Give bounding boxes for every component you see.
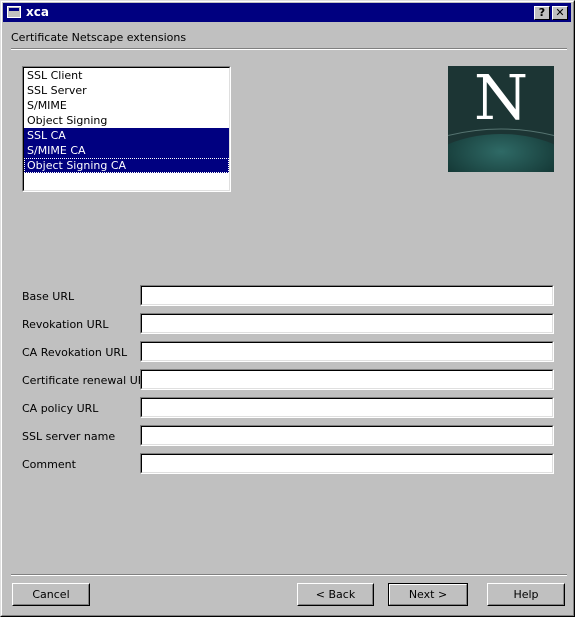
window-title: xca bbox=[26, 5, 49, 19]
cancel-button[interactable]: Cancel bbox=[12, 583, 90, 606]
ca-policy-url-input[interactable] bbox=[143, 400, 553, 415]
close-icon[interactable]: ✕ bbox=[552, 6, 568, 20]
ssl-server-name-label: SSL server name bbox=[22, 430, 116, 443]
ssl-server-name-input[interactable] bbox=[143, 428, 553, 443]
svg-text:N: N bbox=[474, 66, 528, 134]
wizard-window: xca ? ✕ Certificate Netscape extensions … bbox=[0, 0, 575, 617]
base-url-field[interactable] bbox=[140, 285, 554, 306]
footer-separator bbox=[11, 574, 567, 576]
list-item-ssl-client[interactable]: SSL Client bbox=[24, 68, 229, 83]
window-icon[interactable] bbox=[7, 6, 21, 18]
page-title: Certificate Netscape extensions bbox=[11, 31, 187, 44]
certificate-renewal-url-label: Certificate renewal URL bbox=[22, 374, 152, 387]
revokation-url-input[interactable] bbox=[143, 316, 553, 331]
next-button[interactable]: Next > bbox=[388, 583, 468, 606]
base-url-input[interactable] bbox=[143, 288, 553, 303]
netscape-logo: N bbox=[448, 66, 554, 172]
comment-field[interactable] bbox=[140, 453, 554, 474]
certificate-renewal-url-field[interactable] bbox=[140, 369, 554, 390]
list-item-smime[interactable]: S/MIME bbox=[24, 98, 229, 113]
ca-policy-url-field[interactable] bbox=[140, 397, 554, 418]
ca-revokation-url-input[interactable] bbox=[143, 344, 553, 359]
list-item-ssl-ca[interactable]: SSL CA bbox=[24, 128, 229, 143]
revokation-url-label: Revokation URL bbox=[22, 318, 109, 331]
ca-policy-url-label: CA policy URL bbox=[22, 402, 99, 415]
list-item-ssl-server[interactable]: SSL Server bbox=[24, 83, 229, 98]
header-separator bbox=[11, 48, 567, 50]
ssl-server-name-field[interactable] bbox=[140, 425, 554, 446]
ca-revokation-url-field[interactable] bbox=[140, 341, 554, 362]
help-button[interactable]: Help bbox=[487, 583, 565, 606]
list-item-object-signing-ca[interactable]: Object Signing CA bbox=[24, 158, 229, 173]
title-bar[interactable]: xca ? ✕ bbox=[3, 3, 571, 22]
base-url-label: Base URL bbox=[22, 290, 75, 303]
help-title-button[interactable]: ? bbox=[534, 6, 550, 20]
cert-type-listbox[interactable]: SSL Client SSL Server S/MIME Object Sign… bbox=[22, 66, 231, 192]
list-item-object-signing[interactable]: Object Signing bbox=[24, 113, 229, 128]
list-item-smime-ca[interactable]: S/MIME CA bbox=[24, 143, 229, 158]
comment-input[interactable] bbox=[143, 456, 553, 471]
back-button[interactable]: < Back bbox=[297, 583, 374, 606]
certificate-renewal-url-input[interactable] bbox=[143, 372, 553, 387]
revokation-url-field[interactable] bbox=[140, 313, 554, 334]
comment-label: Comment bbox=[22, 458, 76, 471]
ca-revokation-url-label: CA Revokation URL bbox=[22, 346, 128, 359]
